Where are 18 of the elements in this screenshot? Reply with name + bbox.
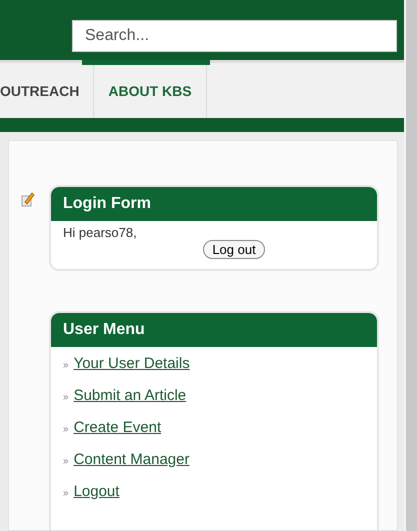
panel-title: Login Form: [51, 187, 377, 221]
nav-tab[interactable]: OUTREACH: [0, 82, 80, 98]
pencil-icon[interactable]: [21, 191, 35, 207]
logout-button[interactable]: Log out: [203, 240, 265, 259]
bullet-glyph: »: [63, 424, 69, 435]
nav-tab[interactable]: ABOUT KBS: [108, 82, 192, 98]
menu-link[interactable]: Your User Details: [74, 355, 190, 372]
bullet-glyph: »: [63, 488, 69, 499]
search-field[interactable]: Search...: [72, 20, 397, 52]
menu-link[interactable]: Submit an Article: [74, 387, 186, 404]
bullet-glyph: »: [63, 360, 69, 371]
menu-link[interactable]: Create Event: [74, 419, 162, 436]
panel-title: User Menu: [51, 313, 377, 347]
menu-link[interactable]: Logout: [74, 483, 120, 500]
menu-link[interactable]: Content Manager: [74, 451, 190, 468]
bullet-glyph: »: [63, 392, 69, 403]
bullet-glyph: »: [63, 456, 69, 467]
greeting-text: Hi pearso78,: [63, 225, 138, 240]
